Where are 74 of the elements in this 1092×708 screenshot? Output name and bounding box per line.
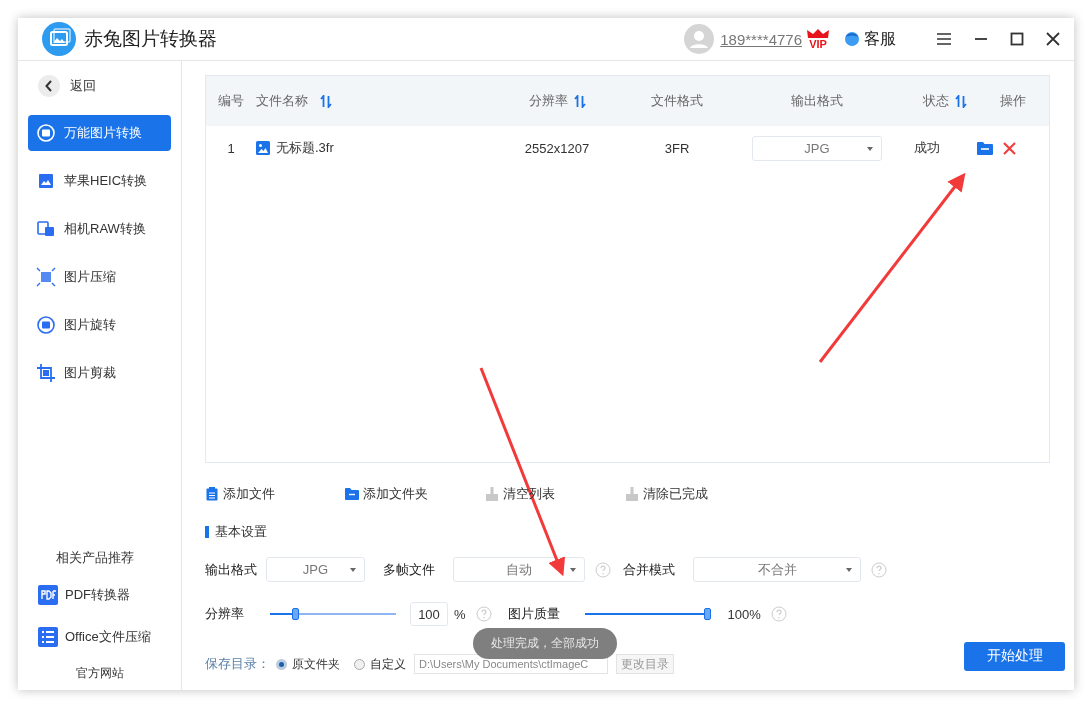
list-icon [38,627,58,647]
sidebar-item[interactable]: 万能图片转换 [28,115,171,151]
app-logo-icon [42,22,76,56]
image-tool-icon [36,267,56,287]
clipboard-icon [205,487,219,501]
brush-icon [625,487,639,501]
app-title: 赤兔图片转换器 [84,27,217,51]
column-header: 操作 [1000,92,1026,110]
image-tool-icon [36,315,56,335]
menu-icon[interactable] [936,32,952,46]
sort-icon[interactable] [320,94,332,108]
output-format-dropdown[interactable]: JPG [266,557,365,582]
related-product-link[interactable]: PDF转换器 [28,581,171,609]
delete-icon[interactable] [1003,141,1016,155]
unit-label: % [454,606,466,622]
field-label: 合并模式 [623,560,676,579]
chevron-left-icon [45,80,53,92]
image-tool-icon [36,171,56,191]
multi-frame-dropdown[interactable]: 自动 [453,557,585,582]
column-header: 输出格式 [791,92,843,110]
column-header[interactable]: 分辨率 [528,92,568,110]
quality-reading: 100% [727,606,761,622]
sidebar-item[interactable]: 图片剪裁 [28,355,171,391]
sidebar-item[interactable]: 图片旋转 [28,307,171,343]
column-header[interactable]: 文件名称 [256,92,308,110]
website-link[interactable]: 官方网站 [28,665,171,682]
section-heading: 基本设置 [215,523,267,541]
image-tool-icon [36,363,56,383]
support-button[interactable]: 客服 [844,28,896,50]
folder-icon[interactable] [977,141,993,155]
close-icon[interactable] [1046,32,1060,46]
slider-thumb[interactable] [704,608,712,620]
table-cell: 2552x1207 [524,140,590,156]
toast-message: 处理完成，全部成功 [473,628,617,659]
brush-icon [485,487,499,501]
table-cell: 无标题.3fr [276,139,334,157]
back-button[interactable]: 返回 [28,73,171,99]
image-tool-icon [36,123,56,143]
radio-option[interactable]: 自定义 [354,655,406,673]
merge-mode-dropdown[interactable]: 不合并 [693,557,861,582]
related-heading: 相关产品推荐 [54,549,135,567]
radio-option[interactable]: 原文件夹 [276,655,340,673]
sort-icon[interactable] [573,94,586,108]
maximize-icon[interactable] [1010,32,1024,46]
field-label: 分辨率 [205,605,245,623]
column-header: 文件格式 [651,92,703,110]
field-label: 输出格式 [205,560,258,579]
sidebar-item[interactable]: 图片压缩 [28,259,171,295]
table-cell: 成功 [914,139,940,157]
field-label: 图片质量 [507,605,561,623]
toolbar-button[interactable]: 清除已完成 [625,485,765,503]
toolbar-button[interactable]: 添加文件 [205,485,345,503]
sort-icon[interactable] [955,94,967,108]
vip-badge: VIP [806,28,830,50]
column-header[interactable]: 状态 [923,92,949,110]
field-label: 保存目录： [205,655,270,673]
table-cell: 1 [227,140,235,156]
pdf-icon [38,585,58,605]
sidebar-item[interactable]: 苹果HEIC转换 [28,163,171,199]
start-button[interactable]: 开始处理 [964,641,1065,671]
image-tool-icon [36,219,56,239]
toolbar-button[interactable]: 添加文件夹 [345,485,485,503]
related-product-link[interactable]: Office文件压缩 [28,623,171,651]
sidebar-item[interactable]: 相机RAW转换 [28,211,171,247]
column-header: 编号 [218,92,244,110]
image-file-icon [256,141,270,155]
folder-icon [345,487,359,501]
slider-thumb[interactable] [291,608,299,620]
output-format-dropdown[interactable]: JPG [752,135,882,161]
field-label: 多帧文件 [383,560,436,579]
resolution-input[interactable]: 100 [410,602,448,626]
account-link[interactable]: 189****4776 [720,30,802,48]
table-cell: 3FR [664,140,690,156]
avatar-icon [684,24,715,54]
